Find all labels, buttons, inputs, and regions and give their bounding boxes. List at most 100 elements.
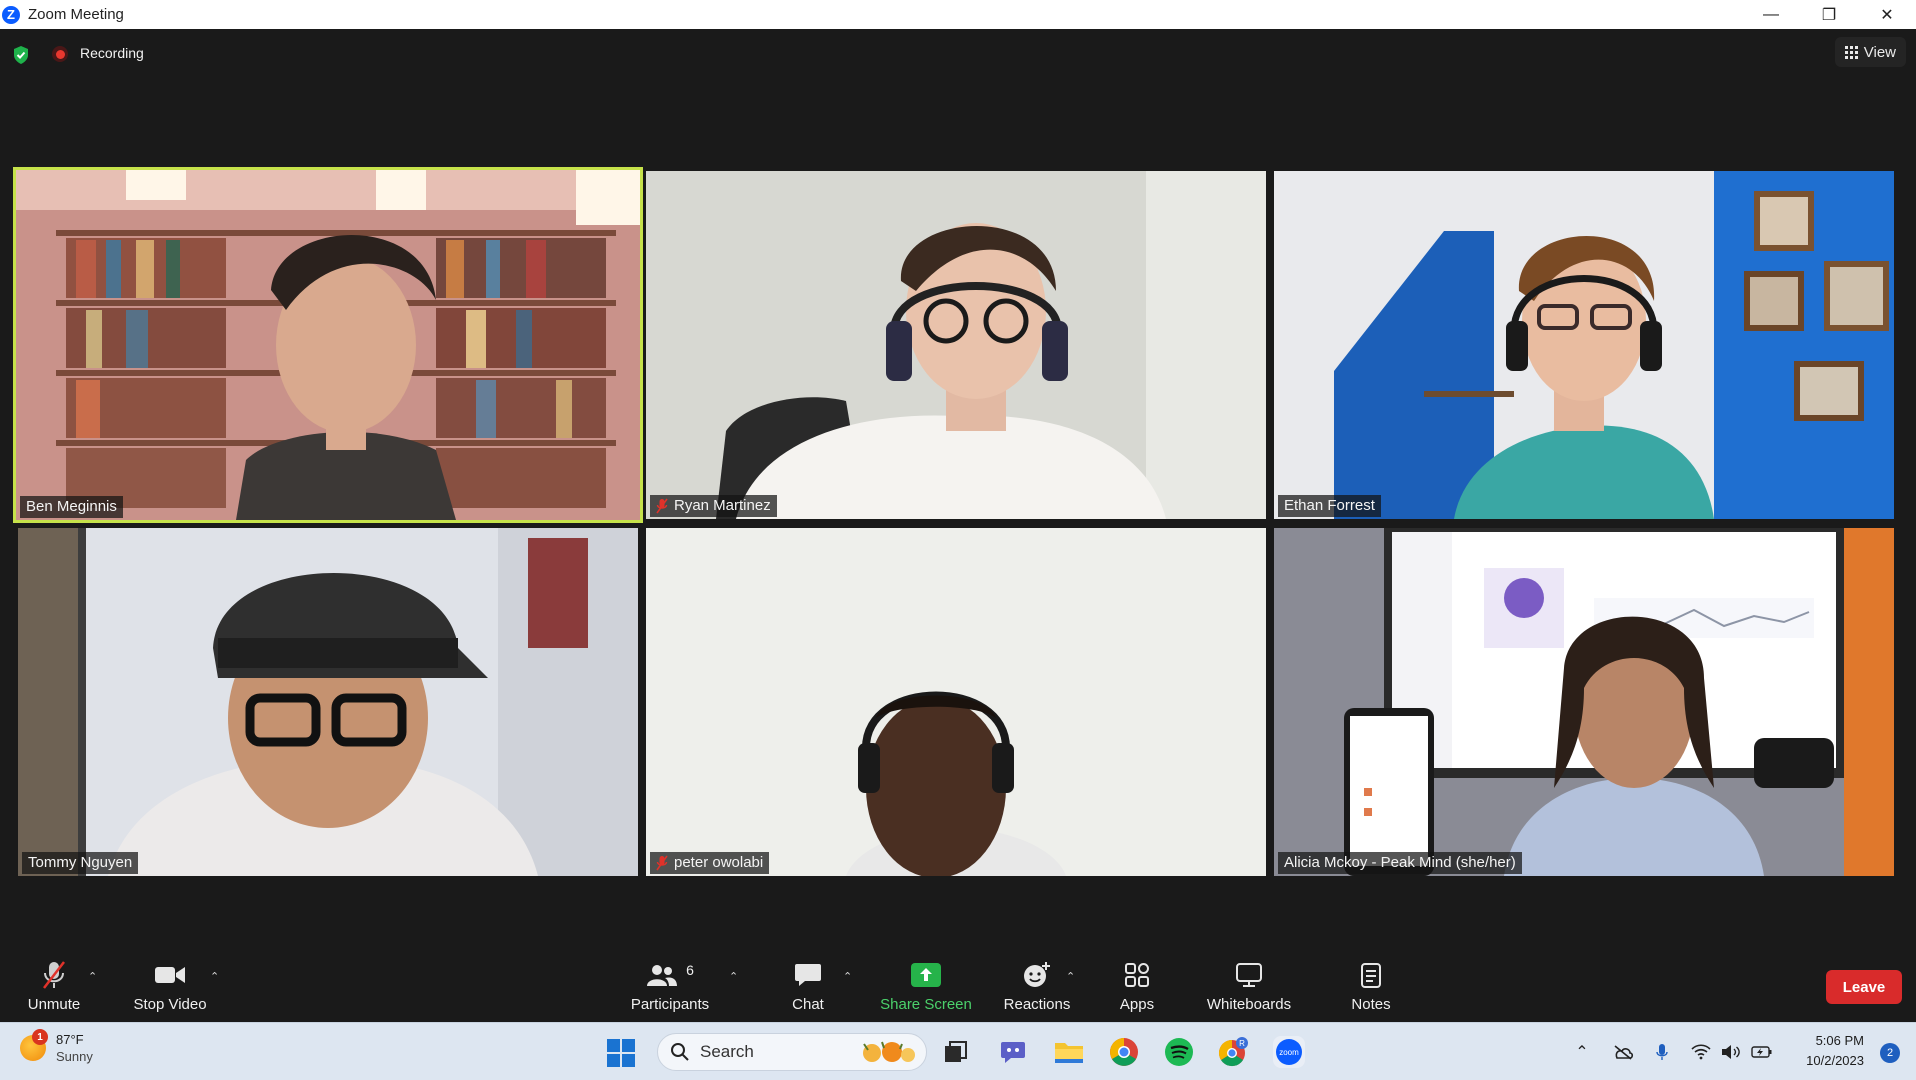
video-tile-ethan[interactable]: Ethan Forrest	[1274, 171, 1894, 519]
chrome-profile-icon[interactable]: R	[1218, 1036, 1250, 1068]
unmute-button[interactable]: Unmute	[22, 950, 86, 1022]
participant-video	[646, 171, 1266, 519]
participant-name: Tommy Nguyen	[28, 854, 133, 871]
recording-label: Recording	[80, 45, 144, 61]
video-tile-ryan[interactable]: Ryan Martinez	[646, 171, 1266, 519]
svg-text:R: R	[1239, 1039, 1245, 1048]
participants-options-caret-icon[interactable]: ⌃	[729, 970, 738, 983]
close-icon[interactable]: ✕	[1858, 0, 1916, 29]
window-controls: — ❐ ✕	[1742, 0, 1916, 29]
participant-video	[646, 528, 1266, 876]
participants-icon	[647, 964, 678, 986]
whiteboard-icon	[1236, 962, 1262, 987]
video-tile-ben[interactable]: Ben Meginnis	[13, 167, 643, 523]
chat-options-caret-icon[interactable]: ⌃	[843, 970, 852, 983]
chat-bubble-icon	[795, 963, 821, 986]
whiteboards-button[interactable]: Whiteboards	[1204, 950, 1294, 1022]
participant-nameplate: Ben Meginnis	[20, 496, 123, 518]
chrome-icon[interactable]	[1108, 1036, 1140, 1068]
volume-icon[interactable]	[1720, 1040, 1742, 1064]
weather-condition: Sunny	[56, 1049, 93, 1064]
file-explorer-icon[interactable]	[1053, 1036, 1085, 1068]
clock-time: 5:06 PM	[1815, 1033, 1864, 1048]
reactions-button[interactable]: Reactions	[1000, 950, 1074, 1022]
os-taskbar: 1 87°F Sunny Search R zoom ⌃ 5:06 PM 10/…	[0, 1022, 1916, 1080]
notes-button[interactable]: Notes	[1350, 950, 1392, 1022]
apps-label: Apps	[1119, 995, 1155, 1013]
show-hidden-icons-chevron-icon[interactable]: ⌃	[1572, 1040, 1592, 1064]
participant-nameplate: Ethan Forrest	[1278, 495, 1381, 517]
whiteboards-label: Whiteboards	[1206, 995, 1292, 1013]
participant-name: Ben Meginnis	[26, 498, 117, 515]
apps-button[interactable]: Apps	[1117, 950, 1157, 1022]
participant-nameplate: Alicia Mckoy - Peak Mind (she/her)	[1278, 852, 1522, 874]
onedrive-offline-icon[interactable]	[1610, 1040, 1636, 1064]
notes-icon	[1361, 962, 1381, 988]
weather-badge: 1	[32, 1029, 48, 1045]
participant-name: peter owolabi	[674, 854, 764, 871]
view-button[interactable]: View	[1834, 37, 1906, 67]
security-shield-icon[interactable]	[12, 45, 30, 65]
windows-start-icon[interactable]	[607, 1039, 635, 1067]
share-screen-button[interactable]: Share Screen	[880, 950, 972, 1022]
wifi-icon[interactable]	[1690, 1040, 1712, 1064]
weather-temperature: 87°F	[56, 1032, 84, 1047]
participant-video	[16, 170, 640, 520]
participant-nameplate: peter owolabi	[650, 852, 770, 874]
recording-icon[interactable]	[52, 46, 68, 62]
search-highlight-icon	[863, 1041, 915, 1062]
participant-video	[1274, 171, 1894, 519]
muted-mic-icon	[656, 498, 668, 513]
window-title: Zoom Meeting	[28, 6, 124, 23]
notes-label: Notes	[1351, 995, 1391, 1013]
taskbar-search-box[interactable]: Search	[657, 1033, 927, 1071]
microphone-tray-icon[interactable]	[1652, 1040, 1672, 1064]
sun-weather-icon: 1	[20, 1029, 48, 1061]
svg-text:zoom: zoom	[1279, 1048, 1299, 1057]
spotify-icon[interactable]	[1163, 1036, 1195, 1068]
smiley-reaction-icon	[1024, 961, 1050, 987]
muted-microphone-icon	[43, 960, 65, 989]
participants-label: Participants	[630, 995, 710, 1013]
participant-nameplate: Tommy Nguyen	[22, 852, 139, 874]
participant-name: Ethan Forrest	[1284, 497, 1375, 514]
window-titlebar: Z Zoom Meeting — ❐ ✕	[0, 0, 1916, 29]
participant-video	[1274, 528, 1894, 876]
restore-icon[interactable]: ❐	[1800, 0, 1858, 29]
video-tile-tommy[interactable]: Tommy Nguyen	[18, 528, 638, 876]
chat-button[interactable]: Chat	[788, 950, 828, 1022]
video-camera-icon	[155, 966, 185, 983]
search-label: Search	[700, 1042, 754, 1061]
teams-chat-icon[interactable]	[997, 1036, 1029, 1068]
clock-date: 10/2/2023	[1806, 1053, 1864, 1068]
audio-options-caret-icon[interactable]: ⌃	[88, 970, 97, 983]
zoom-app-icon[interactable]: zoom	[1273, 1036, 1305, 1068]
participants-button[interactable]: 6 Participants	[625, 950, 715, 1022]
stop-video-button[interactable]: Stop Video	[130, 950, 210, 1022]
chat-label: Chat	[792, 995, 824, 1013]
meeting-toolbar: Unmute ⌃ Stop Video ⌃ 6 Participants ⌃ C…	[0, 950, 1916, 1022]
reactions-label: Reactions	[1003, 995, 1071, 1013]
reactions-options-caret-icon[interactable]: ⌃	[1066, 970, 1075, 983]
leave-button[interactable]: Leave	[1826, 970, 1902, 1004]
task-view-icon[interactable]	[940, 1036, 972, 1068]
share-screen-label: Share Screen	[880, 995, 972, 1013]
meeting-header: Recording View	[0, 29, 1916, 79]
video-options-caret-icon[interactable]: ⌃	[210, 970, 219, 983]
video-tile-alicia[interactable]: Alicia Mckoy - Peak Mind (she/her)	[1274, 528, 1894, 876]
grid-icon	[1844, 45, 1858, 59]
participant-name: Alicia Mckoy - Peak Mind (she/her)	[1284, 854, 1516, 871]
weather-widget[interactable]: 1 87°F Sunny	[20, 1029, 93, 1065]
participant-video	[18, 528, 638, 876]
muted-mic-icon	[656, 855, 668, 870]
view-label: View	[1863, 43, 1896, 61]
video-tile-peter[interactable]: peter owolabi	[646, 528, 1266, 876]
battery-charging-icon[interactable]	[1750, 1040, 1774, 1064]
search-icon	[671, 1043, 689, 1061]
stop-video-label: Stop Video	[133, 995, 207, 1013]
taskbar-clock[interactable]: 5:06 PM 10/2/2023	[1806, 1031, 1864, 1071]
unmute-label: Unmute	[27, 995, 81, 1013]
minimize-icon[interactable]: —	[1742, 0, 1800, 29]
notification-badge[interactable]: 2	[1880, 1043, 1900, 1063]
apps-icon	[1125, 962, 1149, 987]
